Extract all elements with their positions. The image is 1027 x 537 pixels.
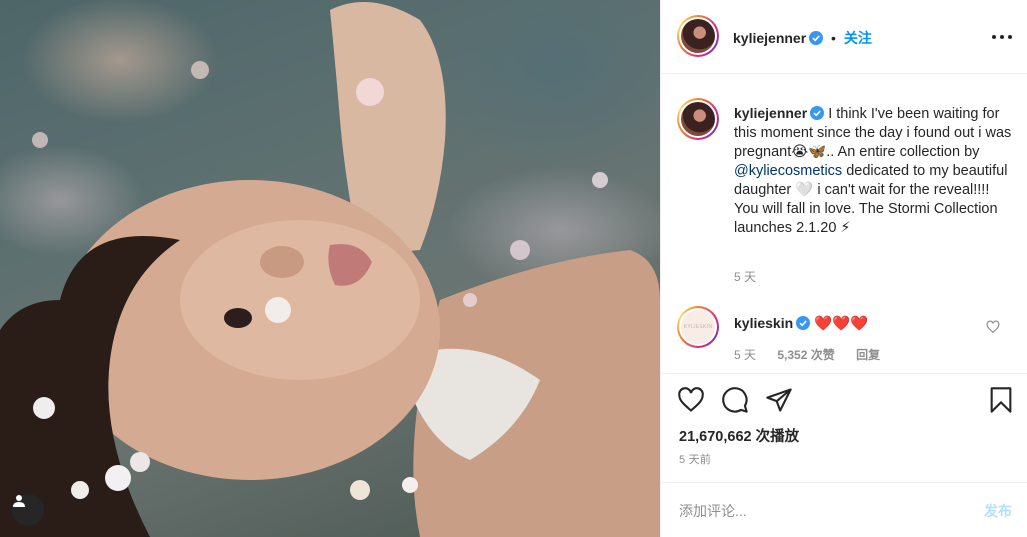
comment-timestamp[interactable]: 5 天 [734, 348, 756, 362]
comment-input[interactable]: 添加评论... [679, 501, 747, 521]
author-username[interactable]: kyliejenner [733, 30, 806, 46]
post-timestamp[interactable]: 5 天前 [679, 451, 711, 467]
comment-likes[interactable]: 5,352 次赞 [777, 348, 834, 362]
post-media-video[interactable] [0, 0, 660, 537]
comment-icon[interactable] [721, 386, 749, 414]
caption-author-avatar[interactable] [677, 98, 719, 140]
caption-mention-link[interactable]: @kyliecosmetics [734, 163, 842, 179]
caption-timestamp[interactable]: 5 天 [734, 268, 756, 285]
author-row: kyliejenner • 关注 [733, 28, 872, 48]
tagged-user-button[interactable] [12, 494, 44, 526]
action-bar [677, 386, 1017, 416]
view-count[interactable]: 21,670,662 次播放 [679, 425, 799, 446]
verified-icon [809, 31, 824, 45]
comment-body: ❤️❤️❤️ [814, 316, 869, 332]
comment-like-heart-icon[interactable] [986, 320, 1000, 334]
commenter-username[interactable]: kylieskin [734, 315, 793, 331]
add-comment-bar: 添加评论... 发布 [661, 482, 1027, 537]
post-header: kyliejenner • 关注 [661, 0, 1027, 74]
post-actions: 21,670,662 次播放 5 天前 添加评论... 发布 [661, 373, 1027, 537]
heart-icon[interactable] [677, 386, 705, 414]
commenter-avatar[interactable]: KYLIESKIN [677, 306, 719, 348]
share-icon[interactable] [765, 386, 793, 414]
caption-text: kyliejenner I think I've been waiting fo… [734, 104, 1014, 238]
verified-icon [796, 316, 811, 330]
follow-button[interactable]: 关注 [844, 30, 872, 46]
verified-icon [810, 106, 825, 120]
user-icon [13, 495, 25, 507]
bookmark-icon[interactable] [987, 386, 1015, 414]
separator-dot: • [831, 30, 836, 46]
commenter-avatar-text: KYLIESKIN [683, 324, 713, 330]
comment-meta: 5 天 5,352 次赞 回复 [734, 346, 898, 363]
post-side-panel: kyliejenner • 关注 kyliejenner I think I'v… [660, 0, 1027, 537]
comment-reply-button[interactable]: 回复 [856, 348, 880, 362]
post-comment-button[interactable]: 发布 [984, 501, 1012, 521]
comment-text: kylieskin ❤️❤️❤️ [734, 314, 868, 334]
author-avatar[interactable] [677, 15, 719, 57]
more-options-icon[interactable] [992, 27, 1012, 47]
caption-author-username[interactable]: kyliejenner [734, 105, 807, 121]
video-frame [0, 2, 660, 537]
